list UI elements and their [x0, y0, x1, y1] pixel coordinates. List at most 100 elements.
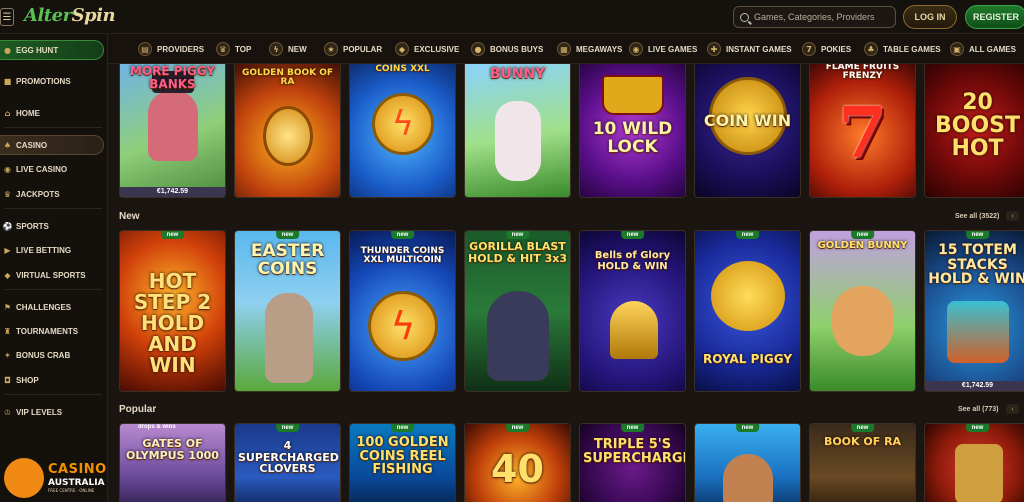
- crown-icon: ♔: [3, 407, 12, 417]
- game-tile[interactable]: new GOLDEN BUNNY: [809, 230, 916, 392]
- live-icon: ◉: [4, 164, 11, 174]
- sidebar-item-sports[interactable]: ⚽ SPORTS: [0, 216, 104, 236]
- game-tile[interactable]: ϟ COINS XXL: [349, 64, 456, 198]
- game-tile[interactable]: GATES OF OLYMPUS 1000 drops & wins: [119, 423, 226, 502]
- game-tile[interactable]: 10 WILD LOCK: [579, 64, 686, 198]
- jackpot-amount: €1,742.59: [120, 187, 225, 197]
- category-providers[interactable]: ▤ PROVIDERS: [138, 41, 204, 57]
- sidebar-item-egg-hunt[interactable]: ● EGG HUNT: [0, 40, 104, 60]
- category-live-games[interactable]: ◉ LIVE GAMES: [629, 41, 697, 57]
- new-badge: new: [965, 424, 990, 432]
- game-tile[interactable]: new: [694, 423, 801, 502]
- sidebar-item-tournaments[interactable]: ♜ TOURNAMENTS: [0, 321, 104, 341]
- category-table-games[interactable]: ♣ TABLE GAMES: [864, 41, 941, 57]
- game-tile[interactable]: new 40: [464, 423, 571, 502]
- game-title: ROYAL PIGGY: [702, 352, 793, 366]
- sidebar-item-vip-levels[interactable]: ♔ VIP LEVELS: [0, 402, 104, 422]
- search-box[interactable]: [733, 6, 896, 28]
- category-megaways[interactable]: ▦ MEGAWAYS: [557, 41, 622, 57]
- sidebar-item-label: CHALLENGES: [16, 302, 72, 312]
- bunny-figure: [495, 101, 541, 181]
- pager-new: ‹: [1006, 211, 1019, 221]
- menu-icon[interactable]: ☰: [0, 8, 14, 26]
- sidebar: ● EGG HUNT ■ PROMOTIONS ⌂ HOME ♠ CASINO ◉ LIV…: [0, 34, 108, 502]
- game-tile[interactable]: new EASTER COINS: [234, 230, 341, 392]
- game-tile[interactable]: new 15 TOTEM STACKS HOLD & WIN €1,742.59: [924, 230, 1024, 392]
- game-title: 100 GOLDEN COINS REEL FISHING: [356, 435, 449, 478]
- category-label: POKIES: [821, 44, 852, 54]
- logo[interactable]: AlterSpin: [24, 5, 116, 26]
- game-tile[interactable]: COIN WIN: [694, 64, 801, 198]
- category-pokies[interactable]: 7 POKIES: [802, 41, 851, 57]
- category-instant-games[interactable]: ✚ INSTANT GAMES: [707, 41, 792, 57]
- sidebar-item-home[interactable]: ⌂ HOME: [0, 103, 104, 123]
- game-tile[interactable]: new: [924, 423, 1024, 502]
- login-button[interactable]: LOG IN: [903, 5, 957, 29]
- new-badge: new: [850, 424, 875, 432]
- train-figure: [955, 444, 1003, 502]
- game-tile[interactable]: new 4 SUPERCHARGED CLOVERS: [234, 423, 341, 502]
- gamepad-icon: ✚: [707, 42, 721, 56]
- sidebar-item-promotions[interactable]: ■ PROMOTIONS: [0, 71, 104, 91]
- category-top[interactable]: ♛ TOP: [216, 41, 251, 57]
- new-badge: new: [735, 424, 760, 432]
- new-badge: new: [850, 231, 875, 239]
- game-tile[interactable]: GOLDEN BOOK OF RA: [234, 64, 341, 198]
- game-title: COINS XXL: [375, 64, 430, 74]
- game-tile[interactable]: new Bells of Glory HOLD & WIN: [579, 230, 686, 392]
- game-tile[interactable]: 20 BOOST HOT: [924, 64, 1024, 198]
- game-tile[interactable]: ϟ new THUNDER COINS XXL MULTICOIN: [349, 230, 456, 392]
- sidebar-item-live-casino[interactable]: ◉ LIVE CASINO: [0, 159, 104, 179]
- chevron-left-icon[interactable]: ‹: [1006, 211, 1019, 221]
- see-all-new-link[interactable]: See all (3522): [955, 213, 999, 220]
- new-badge: new: [390, 231, 415, 239]
- coins-icon: ●: [471, 42, 485, 56]
- category-popular[interactable]: ★ POPULAR: [324, 41, 382, 57]
- category-label: INSTANT GAMES: [726, 44, 792, 54]
- chevron-left-icon[interactable]: ‹: [1006, 404, 1019, 414]
- 777-icon: 7: [802, 42, 816, 56]
- game-tile[interactable]: MORE PIGGY BANKS €1,742.59: [119, 64, 226, 198]
- game-tile[interactable]: BUNNY: [464, 64, 571, 198]
- see-all-popular-link[interactable]: See all (773): [958, 406, 998, 413]
- bolt-icon: ϟ: [269, 42, 283, 56]
- game-tile[interactable]: new GORILLA BLAST HOLD & HIT 3x3: [464, 230, 571, 392]
- sidebar-item-shop[interactable]: ◘ SHOP: [0, 370, 104, 390]
- category-bonus-buys[interactable]: ● BONUS BUYS: [471, 41, 543, 57]
- sidebar-divider: [4, 127, 102, 128]
- logo-text-2: Spin: [71, 5, 116, 26]
- sidebar-item-label: LIVE CASINO: [16, 164, 68, 174]
- sidebar-item-bonus-crab[interactable]: ✶ BONUS CRAB: [0, 345, 104, 365]
- category-new[interactable]: ϟ NEW: [269, 41, 307, 57]
- game-tile[interactable]: new TRIPLE 5'S SUPERCHARGED: [579, 423, 686, 502]
- game-tile[interactable]: new ROYAL PIGGY: [694, 230, 801, 392]
- game-tile[interactable]: new HOT STEP 2 HOLD AND WIN: [119, 230, 226, 392]
- search-input[interactable]: [754, 12, 889, 22]
- register-button[interactable]: REGISTER: [965, 5, 1024, 29]
- sidebar-item-virtual-sports[interactable]: ◆ VIRTUAL SPORTS: [0, 265, 104, 285]
- game-title: GORILLA BLAST HOLD & HIT 3x3: [468, 240, 567, 265]
- main-content: MORE PIGGY BANKS €1,742.59 GOLDEN BOOK O…: [108, 64, 1024, 502]
- seven-symbol: 7: [838, 91, 887, 174]
- piggy-figure: [711, 261, 785, 331]
- sidebar-item-casino[interactable]: ♠ CASINO: [0, 135, 104, 155]
- game-tile[interactable]: 7 FLAME FRUITS FRENZY: [809, 64, 916, 198]
- see-all-label: See all (3522): [955, 213, 1000, 220]
- drops-wins-badge: drops & wins: [138, 424, 176, 430]
- rabbit-figure: [265, 293, 313, 383]
- category-label: ALL GAMES: [969, 44, 1016, 54]
- game-tile[interactable]: new 100 GOLDEN COINS REEL FISHING: [349, 423, 456, 502]
- section-title-new: New: [119, 211, 140, 222]
- game-title: TRIPLE 5'S SUPERCHARGED: [583, 437, 685, 466]
- see-all-label: See all (773): [958, 406, 999, 413]
- casino-australia-watermark: CASINO AUSTRALIA FREE CENTRE · ONLINE: [4, 458, 124, 498]
- category-exclusive[interactable]: ◆ EXCLUSIVE: [395, 41, 459, 57]
- sidebar-item-challenges[interactable]: ⚑ CHALLENGES: [0, 297, 104, 317]
- game-title: BOOK OF RA: [823, 435, 902, 448]
- crown-icon: ♛: [216, 42, 230, 56]
- category-all-games[interactable]: ▣ ALL GAMES: [950, 41, 1016, 57]
- game-title: 15 TOTEM STACKS HOLD & WIN: [928, 242, 1024, 288]
- sidebar-item-live-betting[interactable]: ▶ LIVE BETTING: [0, 240, 104, 260]
- game-tile[interactable]: new BOOK OF RA: [809, 423, 916, 502]
- sidebar-item-jackpots[interactable]: ♛ JACKPOTS: [0, 184, 104, 204]
